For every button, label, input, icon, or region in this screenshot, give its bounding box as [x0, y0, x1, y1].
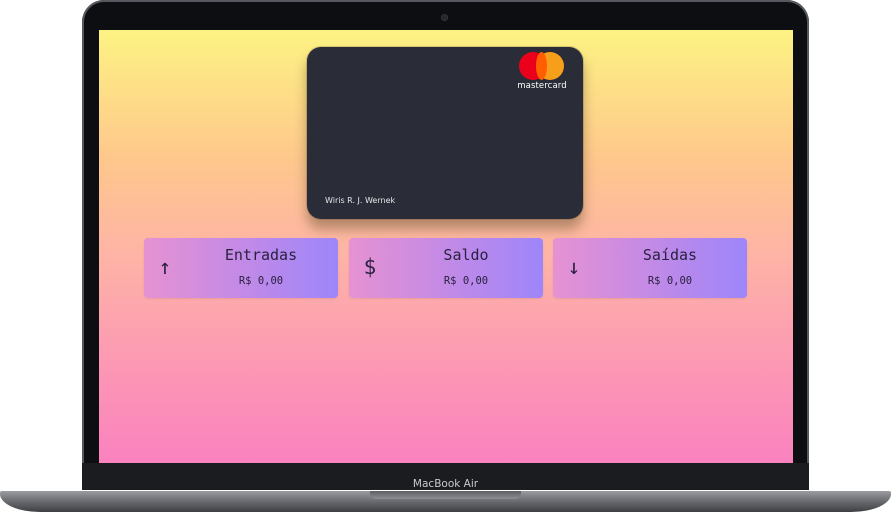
summary-value: R$ 0,00 [647, 275, 693, 287]
summary-title: Saldo [443, 246, 489, 264]
device-model-label: MacBook Air [412, 478, 479, 490]
summary-title: Saídas [642, 246, 698, 264]
mastercard-logo: mastercard [516, 52, 568, 94]
arrow-up-icon: ↑ [158, 255, 172, 279]
credit-card: mastercard Wiris R. J. Wernek [307, 47, 583, 219]
laptop-notch [370, 491, 521, 499]
app-screen: mastercard Wiris R. J. Wernek ↑ Entradas… [99, 30, 793, 463]
summary-card-entradas: ↑ Entradas R$ 0,00 [144, 238, 338, 298]
mastercard-overlap [536, 52, 547, 80]
summary-title: Entradas [224, 246, 298, 264]
summary-value: R$ 0,00 [238, 275, 284, 287]
arrow-down-icon: ↓ [567, 255, 581, 279]
camera-icon [442, 15, 447, 20]
card-brand-label: mastercard [517, 81, 567, 91]
summary-card-saidas: ↓ Saídas R$ 0,00 [553, 238, 747, 298]
dollar-icon: $ [363, 255, 377, 279]
summary-value: R$ 0,00 [443, 275, 489, 287]
summary-card-saldo: $ Saldo R$ 0,00 [349, 238, 543, 298]
card-holder-name: Wiris R. J. Wernek [325, 196, 396, 205]
